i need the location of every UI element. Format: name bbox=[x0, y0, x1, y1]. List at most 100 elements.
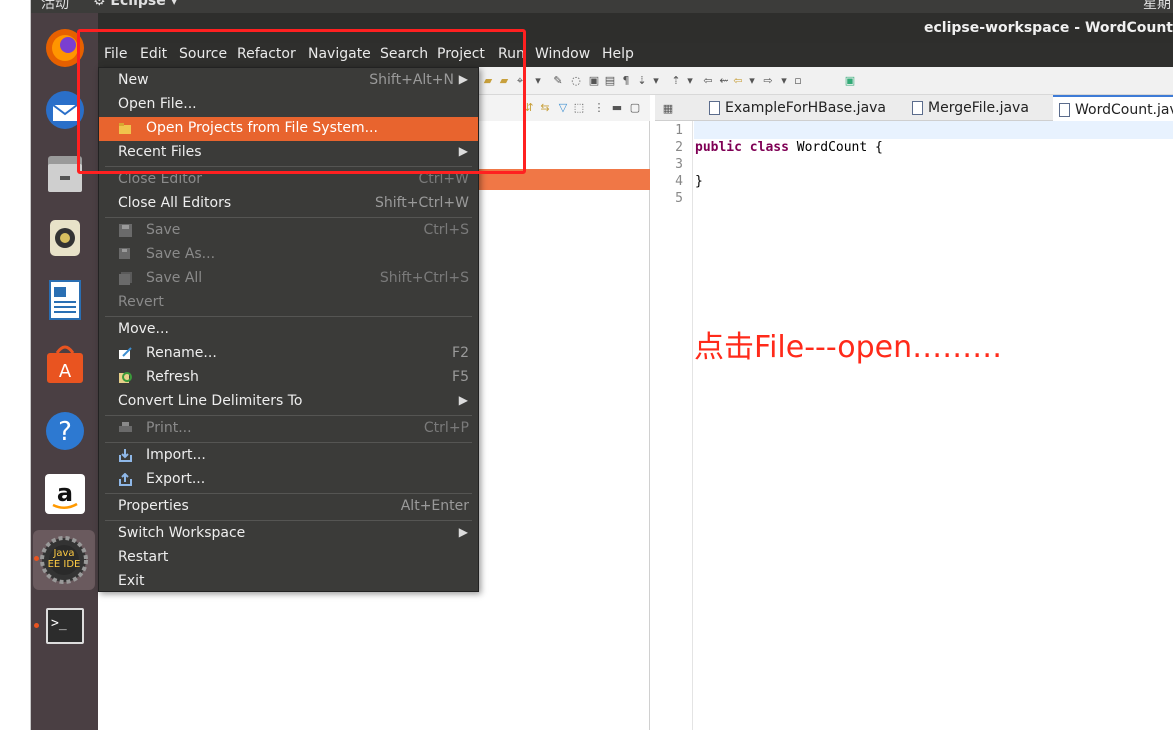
activities-button[interactable]: 活动 bbox=[41, 0, 69, 13]
keyword: public bbox=[695, 140, 742, 155]
tab-label: WordCount.java bbox=[1075, 102, 1173, 118]
tab-wordcount[interactable]: WordCount.java bbox=[1053, 95, 1173, 121]
forward-arrow-icon[interactable]: ⇨ bbox=[761, 74, 775, 88]
left-edge-window bbox=[0, 0, 31, 730]
dropdown-icon[interactable]: ▾ bbox=[531, 74, 545, 88]
amazon-icon[interactable]: a bbox=[42, 471, 88, 517]
menu-item-convert-line-delimiters[interactable]: Convert Line Delimiters To ▶ bbox=[99, 390, 478, 414]
menu-separator bbox=[105, 442, 472, 443]
toggle-mark-icon[interactable]: ◌ bbox=[569, 74, 583, 88]
terminal-icon[interactable]: >_ bbox=[42, 603, 88, 649]
next-annotation-icon[interactable]: ⇣ bbox=[635, 74, 649, 88]
menu-item-label: Import... bbox=[146, 447, 206, 463]
annotation-text: 点击File---open……… bbox=[694, 330, 1003, 365]
dropdown-icon[interactable]: ▾ bbox=[683, 74, 697, 88]
window-title: eclipse-workspace - WordCount bbox=[924, 20, 1173, 36]
prev-annotation-icon[interactable]: ⇡ bbox=[669, 74, 683, 88]
menu-item-properties[interactable]: Properties Alt+Enter bbox=[99, 495, 478, 519]
menu-separator bbox=[105, 520, 472, 521]
menu-item-save-as[interactable]: Save As... bbox=[99, 243, 478, 267]
menu-item-print[interactable]: Print... Ctrl+P bbox=[99, 417, 478, 441]
last-edit-icon[interactable]: ⇦ bbox=[701, 74, 715, 88]
menu-item-shortcut: Ctrl+P bbox=[423, 420, 469, 436]
svg-text:A: A bbox=[59, 361, 72, 382]
line-number-gutter: 1 2 3 4 5 bbox=[655, 121, 693, 730]
menu-item-close-all-editors[interactable]: Close All Editors Shift+Ctrl+W bbox=[99, 192, 478, 216]
menu-item-label: Save As... bbox=[146, 246, 216, 262]
menu-item-label: Convert Line Delimiters To bbox=[118, 393, 303, 409]
code-text: } bbox=[695, 174, 703, 189]
menu-item-switch-workspace[interactable]: Switch Workspace ▶ bbox=[99, 522, 478, 546]
dropdown-icon[interactable]: ▾ bbox=[745, 74, 759, 88]
rename-icon bbox=[119, 347, 132, 359]
svg-text:?: ? bbox=[58, 417, 72, 447]
menu-item-label: Properties bbox=[118, 498, 189, 514]
menu-item-save[interactable]: Save Ctrl+S bbox=[99, 219, 478, 243]
back-icon[interactable]: ⇜ bbox=[717, 74, 731, 88]
menu-item-move[interactable]: Move... bbox=[99, 318, 478, 342]
tab-exampleforhbase[interactable]: ExampleForHBase.java bbox=[703, 95, 892, 121]
menu-item-revert[interactable]: Revert bbox=[99, 291, 478, 315]
annotation-icon[interactable]: ✎ bbox=[551, 74, 565, 88]
menu-item-save-all[interactable]: Save All Shift+Ctrl+S bbox=[99, 267, 478, 291]
back-arrow-icon[interactable]: ⇦ bbox=[731, 74, 745, 88]
dropdown-icon[interactable]: ▾ bbox=[649, 74, 663, 88]
minimize-icon[interactable]: ▬ bbox=[610, 101, 624, 115]
menu-item-label: Print... bbox=[146, 420, 192, 436]
libreoffice-writer-icon[interactable] bbox=[42, 277, 88, 323]
eclipse-javaee-icon[interactable]: Java EE IDE bbox=[33, 530, 95, 590]
clock[interactable]: 星期 bbox=[1143, 0, 1171, 13]
rhythmbox-icon[interactable] bbox=[42, 214, 88, 260]
whitespace-icon[interactable]: ¶ bbox=[619, 74, 633, 88]
tab-overflow-icon[interactable]: ▦ bbox=[661, 102, 675, 116]
menu-item-import[interactable]: Import... bbox=[99, 444, 478, 468]
line-number: 5 bbox=[675, 191, 683, 206]
focus-icon[interactable]: ⬚ bbox=[572, 101, 586, 115]
new-window-icon[interactable]: ▣ bbox=[843, 74, 857, 88]
menu-item-label: Move... bbox=[118, 321, 169, 337]
maximize-icon[interactable]: ▢ bbox=[628, 101, 642, 115]
tab-mergefile[interactable]: MergeFile.java bbox=[906, 95, 1035, 121]
app-menu-button[interactable]: ⚙ Eclipse ▾ bbox=[93, 0, 178, 9]
menu-item-label: Restart bbox=[118, 549, 169, 565]
toolbar: ▰ ▰ ⌖ ▾ ✎ ◌ ▣ ▤ ¶ ⇣ ▾ ⇡ ▾ ⇦ ⇜ ⇦ ▾ ⇨ ▾ ▫ … bbox=[479, 67, 1173, 95]
menu-item-label: Revert bbox=[118, 294, 164, 310]
dropdown-icon[interactable]: ▾ bbox=[777, 74, 791, 88]
link-editor-icon[interactable]: ⇆ bbox=[538, 101, 552, 115]
menu-item-shortcut: F5 bbox=[452, 369, 469, 385]
top-panel: 活动 ⚙ Eclipse ▾ 星期 bbox=[31, 0, 1173, 13]
pin-editor-icon[interactable]: ▫ bbox=[791, 74, 805, 88]
menu-item-rename[interactable]: Rename... F2 bbox=[99, 342, 478, 366]
menu-item-export[interactable]: Export... bbox=[99, 468, 478, 492]
menu-item-exit[interactable]: Exit bbox=[99, 570, 478, 594]
menu-item-refresh[interactable]: Refresh F5 bbox=[99, 366, 478, 390]
current-line-highlight bbox=[694, 121, 1173, 139]
refresh-icon bbox=[119, 372, 132, 383]
software-center-icon[interactable]: A bbox=[42, 341, 88, 387]
menu-help[interactable]: Help bbox=[602, 46, 634, 62]
menu-item-shortcut: Shift+Ctrl+W bbox=[374, 195, 469, 211]
eclipse-icon-label: Java EE IDE bbox=[47, 548, 81, 570]
code-line: public class WordCount { bbox=[695, 140, 883, 155]
submenu-arrow-icon: ▶ bbox=[458, 525, 468, 539]
word-wrap-icon[interactable]: ▤ bbox=[603, 74, 617, 88]
view-menu-icon[interactable]: ⋮ bbox=[592, 101, 606, 115]
menu-item-shortcut: Ctrl+S bbox=[423, 222, 469, 238]
filter-icon[interactable]: ▽ bbox=[556, 101, 570, 115]
export-icon bbox=[119, 473, 132, 486]
line-number: 4 bbox=[675, 174, 683, 189]
menu-window[interactable]: Window bbox=[535, 46, 590, 62]
java-file-icon bbox=[1059, 103, 1070, 117]
line-number: 1 bbox=[675, 123, 683, 138]
running-indicator bbox=[34, 623, 39, 628]
print-icon bbox=[119, 422, 132, 432]
menu-item-label: Close All Editors bbox=[118, 195, 232, 211]
svg-text:a: a bbox=[57, 479, 73, 507]
help-icon[interactable]: ? bbox=[42, 408, 88, 454]
code-editor[interactable]: public class WordCount { } bbox=[694, 121, 1173, 730]
menu-item-shortcut: Shift+Ctrl+S bbox=[379, 270, 469, 286]
menu-item-restart[interactable]: Restart bbox=[99, 546, 478, 570]
block-select-icon[interactable]: ▣ bbox=[587, 74, 601, 88]
menu-separator bbox=[105, 493, 472, 494]
save-as-icon bbox=[119, 248, 130, 259]
